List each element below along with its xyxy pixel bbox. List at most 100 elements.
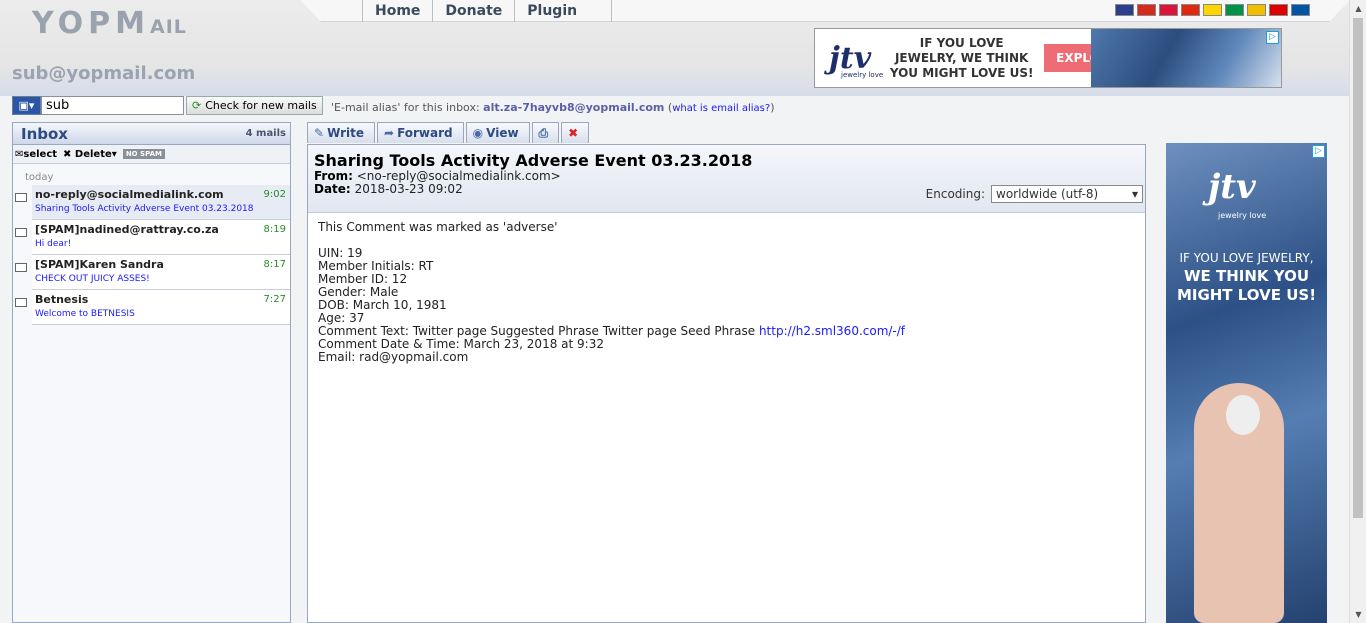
alias-address: alt.za-7hayvb8@yopmail.com	[483, 101, 665, 114]
adchoices-icon[interactable]: ▷	[1266, 31, 1279, 44]
pencil-icon: ✎	[314, 126, 325, 140]
delete-button[interactable]: ✖ Delete▾	[63, 149, 117, 160]
italy-flag[interactable]	[1225, 4, 1244, 16]
print-button[interactable]: ⎙	[531, 122, 560, 143]
inbox-header: Inbox 4 mails	[13, 123, 290, 145]
nav-home[interactable]: Home	[362, 0, 432, 22]
delete-mail-button[interactable]: ✖	[561, 122, 590, 143]
check-mails-button[interactable]: ⟳ Check for new mails	[186, 96, 323, 115]
mail-subject: Welcome to BETNESIS	[35, 309, 135, 319]
china-flag[interactable]	[1181, 4, 1200, 16]
nav-plugin[interactable]: Plugin	[514, 0, 613, 22]
mail-sender: <no-reply@socialmedialink.com>	[356, 169, 561, 183]
scroll-thumb[interactable]	[1353, 18, 1363, 518]
date-label: Date:	[314, 182, 351, 196]
mail-time: 7:27	[263, 294, 286, 305]
alias-prefix: 'E-mail alias' for this inbox:	[331, 101, 480, 114]
france-flag[interactable]	[1291, 4, 1310, 16]
mail-tabs: ✎ Write ➦ Forward ◉ View ⎙ ✖	[307, 122, 591, 143]
login-input[interactable]	[41, 96, 184, 115]
email-alias: 'E-mail alias' for this inbox: alt.za-7h…	[331, 101, 775, 114]
comment-text: Comment Text: Twitter page Suggested Phr…	[318, 324, 759, 338]
day-label: today	[25, 172, 54, 183]
nav-donate[interactable]: Donate	[432, 0, 514, 22]
side-ad-line1: IF YOU LOVE JEWELRY,	[1179, 251, 1314, 265]
tab-write[interactable]: ✎ Write	[307, 122, 375, 143]
mail-subject: CHECK OUT JUICY ASSES!	[35, 274, 150, 284]
nospam-button[interactable]: NO SPAM	[122, 149, 165, 159]
envelope-icon	[15, 298, 27, 307]
scroll-down-icon[interactable]: ▼	[1350, 606, 1366, 623]
mail-item[interactable]: [SPAM]nadined@rattray.co.za 8:19 Hi dear…	[15, 220, 290, 255]
ad-message: IF YOU LOVE JEWELRY, WE THINK YOU MIGHT …	[889, 35, 1034, 80]
close-icon: ✖	[568, 126, 579, 140]
chevron-down-icon: ▾	[1131, 187, 1138, 201]
uk-flag[interactable]	[1115, 4, 1134, 16]
envelope-icon	[15, 193, 27, 202]
top-ad-banner[interactable]: jtv jewelry love IF YOU LOVE JEWELRY, WE…	[814, 28, 1282, 88]
mail-from: Betnesis	[35, 293, 89, 306]
logo-main: YOPM	[32, 6, 150, 41]
mail-time: 9:02	[263, 189, 286, 200]
tab-forward-label: Forward	[397, 126, 453, 140]
encoding-value: worldwide (utf-8)	[996, 187, 1099, 201]
body-intro: This Comment was marked as 'adverse'	[318, 220, 558, 234]
mail-count: 4 mails	[245, 128, 286, 139]
side-ad-brand-sub: jewelry love	[1218, 211, 1267, 220]
side-ad-banner[interactable]: jtv jewelry love IF YOU LOVE JEWELRY, WE…	[1166, 143, 1327, 623]
body-member-id: Member ID: 12	[318, 272, 408, 286]
ad-image	[1091, 29, 1281, 87]
side-ad-line2: WE THINK YOU MIGHT LOVE US!	[1176, 267, 1317, 304]
envelope-icon	[15, 228, 27, 237]
select-button[interactable]: ✉select	[15, 149, 57, 160]
from-label: From:	[314, 169, 353, 183]
select-label: select	[23, 148, 58, 160]
check-mails-label: Check for new mails	[205, 99, 317, 112]
russia-flag[interactable]	[1137, 4, 1156, 16]
page-scrollbar[interactable]: ▲ ▼	[1349, 0, 1366, 623]
yopmail-logo[interactable]: YOPMAIL	[32, 6, 187, 41]
tab-view-label: View	[486, 126, 519, 140]
body-email: Email: rad@yopmail.com	[318, 350, 469, 364]
envelope-icon	[15, 263, 27, 272]
mail-title: Sharing Tools Activity Adverse Event 03.…	[314, 151, 753, 170]
mail-header: Sharing Tools Activity Adverse Event 03.…	[308, 145, 1145, 213]
side-ad-message: IF YOU LOVE JEWELRY, WE THINK YOU MIGHT …	[1166, 249, 1327, 305]
ukraine-flag[interactable]	[1203, 4, 1222, 16]
inbox-toolbar: ▣▾ ⟳ Check for new mails	[12, 96, 323, 115]
adchoices-icon[interactable]: ▷	[1312, 145, 1325, 158]
side-ad-brand: jtv	[1208, 167, 1256, 207]
mail-subject: Hi dear!	[35, 239, 72, 249]
current-inbox-email: sub@yopmail.com	[12, 63, 196, 84]
eye-icon: ◉	[472, 126, 484, 140]
inbox-panel: Inbox 4 mails ✉select ✖ Delete▾ NO SPAM …	[12, 122, 291, 623]
logo-small: AIL	[150, 16, 187, 38]
mail-item[interactable]: Betnesis 7:27 Welcome to BETNESIS	[15, 290, 290, 325]
mail-time: 8:19	[263, 224, 286, 235]
body-dob: DOB: March 10, 1981	[318, 298, 447, 312]
mail-from: [SPAM]nadined@rattray.co.za	[35, 223, 219, 236]
mail-item[interactable]: no-reply@socialmedialink.com 9:02 Sharin…	[15, 185, 290, 220]
encoding-control: Encoding: worldwide (utf-8) ▾	[926, 185, 1143, 203]
inbox-menu-icon[interactable]: ▣▾	[12, 96, 41, 115]
poland-flag[interactable]	[1159, 4, 1178, 16]
tab-view[interactable]: ◉ View	[465, 122, 530, 143]
ad-brand-sub: jewelry love	[841, 71, 884, 79]
comment-link[interactable]: http://h2.sml360.com/-/f	[759, 324, 905, 338]
scroll-up-icon[interactable]: ▲	[1350, 0, 1366, 17]
top-nav: Home Donate Plugin	[362, 0, 613, 22]
alias-help-link[interactable]: what is email alias?	[672, 103, 770, 114]
printer-icon: ⎙	[538, 126, 549, 140]
mail-from: no-reply@socialmedialink.com	[35, 188, 224, 201]
ad-ring-image	[1226, 395, 1260, 435]
mail-item[interactable]: [SPAM]Karen Sandra 8:17 CHECK OUT JUICY …	[15, 255, 290, 290]
spain-flag[interactable]	[1247, 4, 1266, 16]
forward-icon: ➦	[384, 126, 395, 140]
encoding-select[interactable]: worldwide (utf-8) ▾	[991, 185, 1143, 203]
chevron-down-icon: ▾	[111, 148, 117, 160]
tab-forward[interactable]: ➦ Forward	[377, 122, 464, 143]
germany-flag[interactable]	[1269, 4, 1288, 16]
delete-icon: ✖	[63, 148, 72, 160]
language-flags	[1115, 4, 1310, 16]
encoding-label: Encoding:	[925, 187, 985, 201]
